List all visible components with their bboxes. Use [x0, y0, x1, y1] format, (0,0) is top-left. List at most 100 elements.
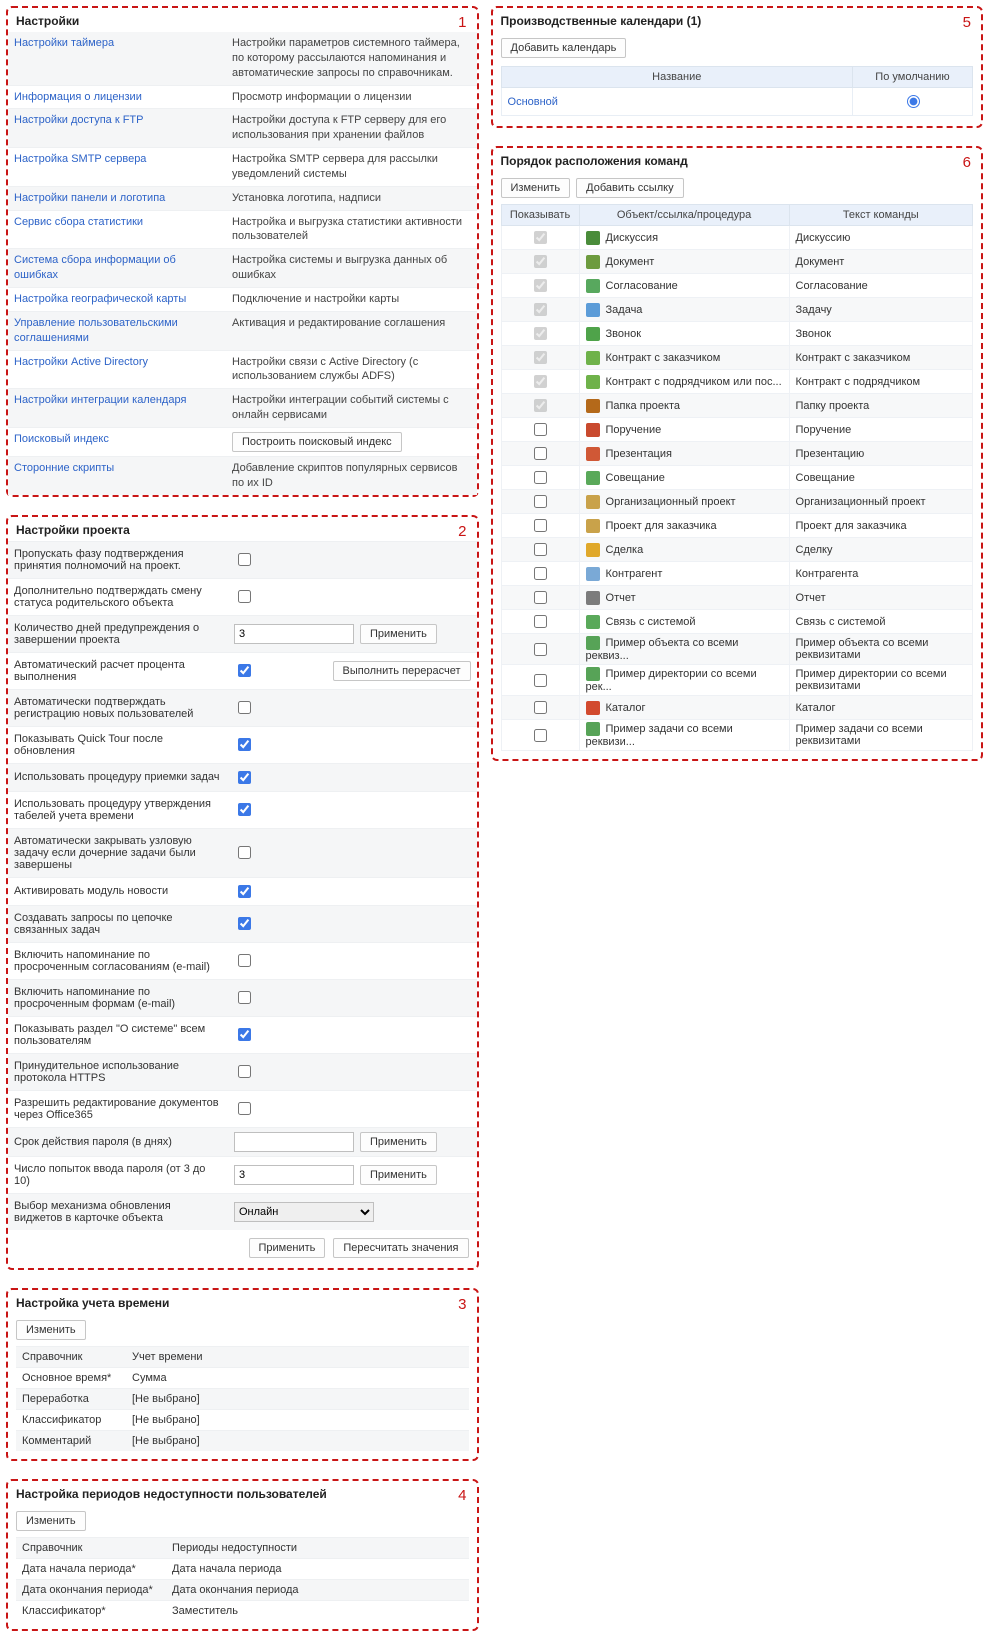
settings-link[interactable]: Система сбора информации об ошибках: [14, 254, 176, 281]
edit-commands-button[interactable]: Изменить: [501, 178, 571, 198]
command-object-label: Сделка: [606, 544, 644, 556]
settings-desc: Просмотр информации о лицензии: [226, 86, 477, 109]
command-show-checkbox[interactable]: [534, 615, 547, 628]
apply-button[interactable]: Применить: [360, 1165, 437, 1185]
command-text: Звонок: [789, 322, 972, 346]
project-text-input[interactable]: [234, 1132, 354, 1152]
command-object-label: Совещание: [606, 472, 665, 484]
calendar-default-radio[interactable]: [907, 95, 920, 108]
project-setting-label: Включить напоминание по просроченным сог…: [8, 945, 228, 977]
apply-all-button[interactable]: Применить: [249, 1238, 326, 1258]
cal-col-default: По умолчанию: [853, 67, 973, 88]
command-show-checkbox[interactable]: [534, 447, 547, 460]
settings-link[interactable]: Настройки доступа к FTP: [14, 114, 143, 126]
object-type-icon: [586, 423, 600, 437]
command-object-label: Организационный проект: [606, 496, 736, 508]
kv-value: Сумма: [126, 1368, 469, 1388]
project-checkbox[interactable]: [238, 803, 251, 816]
project-checkbox[interactable]: [238, 885, 251, 898]
settings-link[interactable]: Настройка SMTP сервера: [14, 153, 146, 165]
command-show-checkbox[interactable]: [534, 567, 547, 580]
commands-panel: 6 Порядок расположения команд Изменить Д…: [491, 146, 983, 761]
object-type-icon: [586, 351, 600, 365]
project-checkbox[interactable]: [238, 664, 251, 677]
project-checkbox[interactable]: [238, 1028, 251, 1041]
command-show-checkbox[interactable]: [534, 643, 547, 656]
calendar-name-link[interactable]: Основной: [501, 88, 852, 116]
command-object-label: Звонок: [606, 328, 642, 340]
command-show-checkbox[interactable]: [534, 471, 547, 484]
project-setting-label: Активировать модуль новости: [8, 881, 228, 901]
object-type-icon: [586, 447, 600, 461]
settings-link[interactable]: Сторонние скрипты: [14, 462, 114, 474]
kv-value: [Не выбрано]: [126, 1389, 469, 1409]
project-checkbox[interactable]: [238, 738, 251, 751]
kv-value: Дата окончания периода: [166, 1580, 469, 1600]
project-checkbox[interactable]: [238, 701, 251, 714]
apply-button[interactable]: Применить: [360, 624, 437, 644]
project-checkbox[interactable]: [238, 954, 251, 967]
command-object-label: Пример директории со всеми рек...: [586, 668, 757, 693]
command-show-checkbox[interactable]: [534, 591, 547, 604]
apply-button[interactable]: Применить: [360, 1132, 437, 1152]
project-checkbox[interactable]: [238, 1065, 251, 1078]
execute-recalc-button[interactable]: Выполнить перерасчет: [333, 661, 471, 681]
settings-link[interactable]: Управление пользовательскими соглашениям…: [14, 317, 178, 344]
settings-link[interactable]: Настройки Active Directory: [14, 356, 148, 368]
project-checkbox[interactable]: [238, 771, 251, 784]
commands-title: Порядок расположения команд: [493, 148, 981, 172]
settings-link[interactable]: Настройка географической карты: [14, 293, 186, 305]
command-show-checkbox[interactable]: [534, 674, 547, 687]
object-type-icon: [586, 279, 600, 293]
edit-unavail-button[interactable]: Изменить: [16, 1511, 86, 1531]
command-show-checkbox[interactable]: [534, 495, 547, 508]
project-text-input[interactable]: [234, 624, 354, 644]
project-checkbox[interactable]: [238, 846, 251, 859]
widget-refresh-select[interactable]: Онлайн: [234, 1202, 374, 1222]
project-checkbox[interactable]: [238, 590, 251, 603]
project-title: Настройки проекта: [8, 517, 477, 541]
calendars-panel: 5 Производственные календари (1) Добавит…: [491, 6, 983, 128]
edit-time-button[interactable]: Изменить: [16, 1320, 86, 1340]
command-show-checkbox[interactable]: [534, 543, 547, 556]
project-setting-label: Создавать запросы по цепочке связанных з…: [8, 908, 228, 940]
panel-badge: 4: [458, 1487, 466, 1504]
object-type-icon: [586, 591, 600, 605]
command-show-checkbox: [534, 327, 547, 340]
settings-link[interactable]: Настройки таймера: [14, 37, 114, 49]
recalculate-values-button[interactable]: Пересчитать значения: [333, 1238, 468, 1258]
project-checkbox[interactable]: [238, 917, 251, 930]
project-checkbox[interactable]: [238, 553, 251, 566]
kv-key: Основное время*: [16, 1368, 126, 1388]
settings-desc: Настройки интеграции событий системы с о…: [226, 389, 477, 427]
command-show-checkbox: [534, 279, 547, 292]
command-show-checkbox[interactable]: [534, 423, 547, 436]
settings-link[interactable]: Настройки интеграции календаря: [14, 394, 186, 406]
settings-link[interactable]: Сервис сбора статистики: [14, 216, 143, 228]
add-calendar-button[interactable]: Добавить календарь: [501, 38, 627, 58]
command-show-checkbox[interactable]: [534, 729, 547, 742]
add-link-button[interactable]: Добавить ссылку: [576, 178, 683, 198]
project-text-input[interactable]: [234, 1165, 354, 1185]
command-show-checkbox[interactable]: [534, 701, 547, 714]
kv-value: Дата начала периода: [166, 1559, 469, 1579]
command-text: Каталог: [789, 696, 972, 720]
command-text: Пример задачи со всеми реквизитами: [789, 720, 972, 751]
command-object-label: Контрагент: [606, 568, 663, 580]
command-text: Согласование: [789, 274, 972, 298]
command-text: Проект для заказчика: [789, 514, 972, 538]
settings-link[interactable]: Информация о лицензии: [14, 91, 142, 103]
settings-desc: Добавление скриптов популярных сервисов …: [226, 457, 477, 495]
command-show-checkbox: [534, 351, 547, 364]
command-text: Связь с системой: [789, 610, 972, 634]
object-type-icon: [586, 519, 600, 533]
command-show-checkbox[interactable]: [534, 519, 547, 532]
command-show-checkbox: [534, 255, 547, 268]
build-index-button[interactable]: Построить поисковый индекс: [232, 432, 402, 452]
project-checkbox[interactable]: [238, 991, 251, 1004]
settings-link[interactable]: Настройки панели и логотипа: [14, 192, 165, 204]
project-checkbox[interactable]: [238, 1102, 251, 1115]
command-show-checkbox: [534, 375, 547, 388]
settings-link[interactable]: Поисковый индекс: [14, 433, 109, 445]
project-setting-label: Дополнительно подтверждать смену статуса…: [8, 581, 228, 613]
